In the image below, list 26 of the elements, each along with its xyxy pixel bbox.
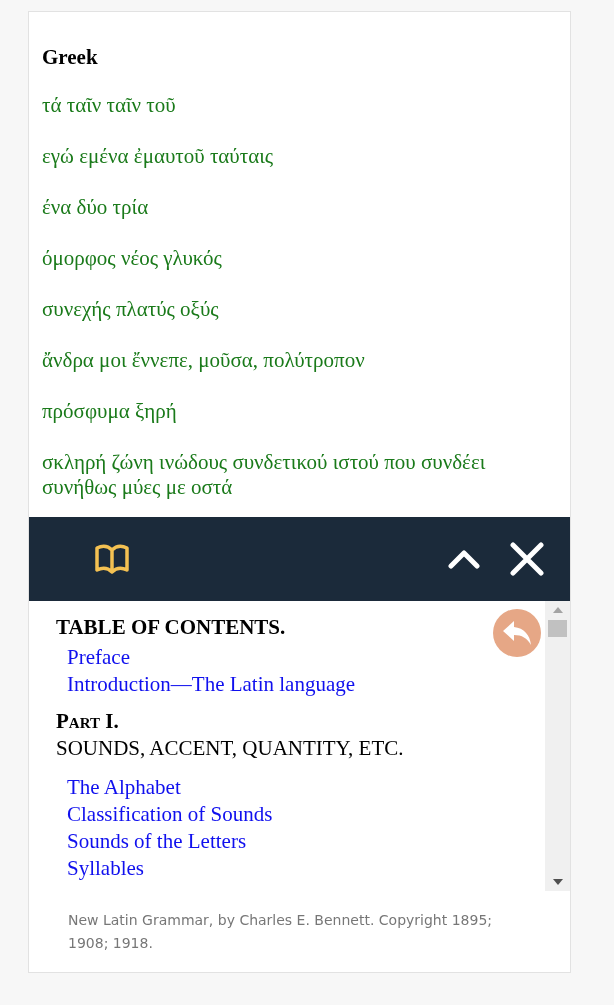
scrollbar-thumb[interactable]: [548, 620, 567, 637]
reply-arrow-icon: [502, 620, 532, 646]
contents-link[interactable]: Syllables: [56, 855, 144, 882]
scrollbar[interactable]: [545, 601, 570, 891]
caret-up-icon[interactable]: [448, 549, 480, 569]
part-subtitle: SOUNDS, ACCENT, QUANTITY, ETC.: [56, 735, 404, 762]
greek-phrase: τά ταῖν ταῖν τοῦ: [42, 92, 177, 119]
copyright-note: New Latin Grammar, by Charles E. Bennett. Copyright 1895; 1908; 1918.: [67, 911, 494, 953]
contents-link[interactable]: The Alphabet: [56, 774, 181, 801]
greek-phrase: όμορφος νέος γλυκός: [42, 245, 223, 272]
book-icon[interactable]: [95, 544, 129, 574]
contents-link[interactable]: Classification of Sounds: [56, 801, 273, 828]
contents-link[interactable]: Sounds of the Letters: [56, 828, 247, 855]
section-heading: Greek: [42, 44, 99, 70]
scroll-down-icon[interactable]: [552, 879, 563, 885]
greek-phrase: συνεχής πλατύς οξύς: [42, 296, 220, 323]
greek-phrase: ἄνδρα μοι ἔννεπε, μοῦσα, πολύτροπον: [42, 347, 366, 374]
contents-link[interactable]: Introduction—The Latin language: [56, 671, 356, 698]
contents-link[interactable]: Preface: [56, 644, 130, 671]
close-icon[interactable]: [510, 542, 544, 576]
contents-title: TABLE OF CONTENTS.: [56, 614, 286, 640]
greek-phrase: πρόσφυμα ξηρή: [42, 398, 178, 425]
greek-phrase: ένα δύο τρία: [42, 194, 150, 221]
greek-phrase: εγώ εμένα ἐμαυτοῦ ταύταις: [42, 143, 275, 170]
greek-phrase: σκληρή ζώνη ινώδους συνδετικού ιστού που συνδέει συνήθως μύες με οστά: [42, 449, 487, 501]
part-heading: Part I.: [56, 708, 119, 735]
